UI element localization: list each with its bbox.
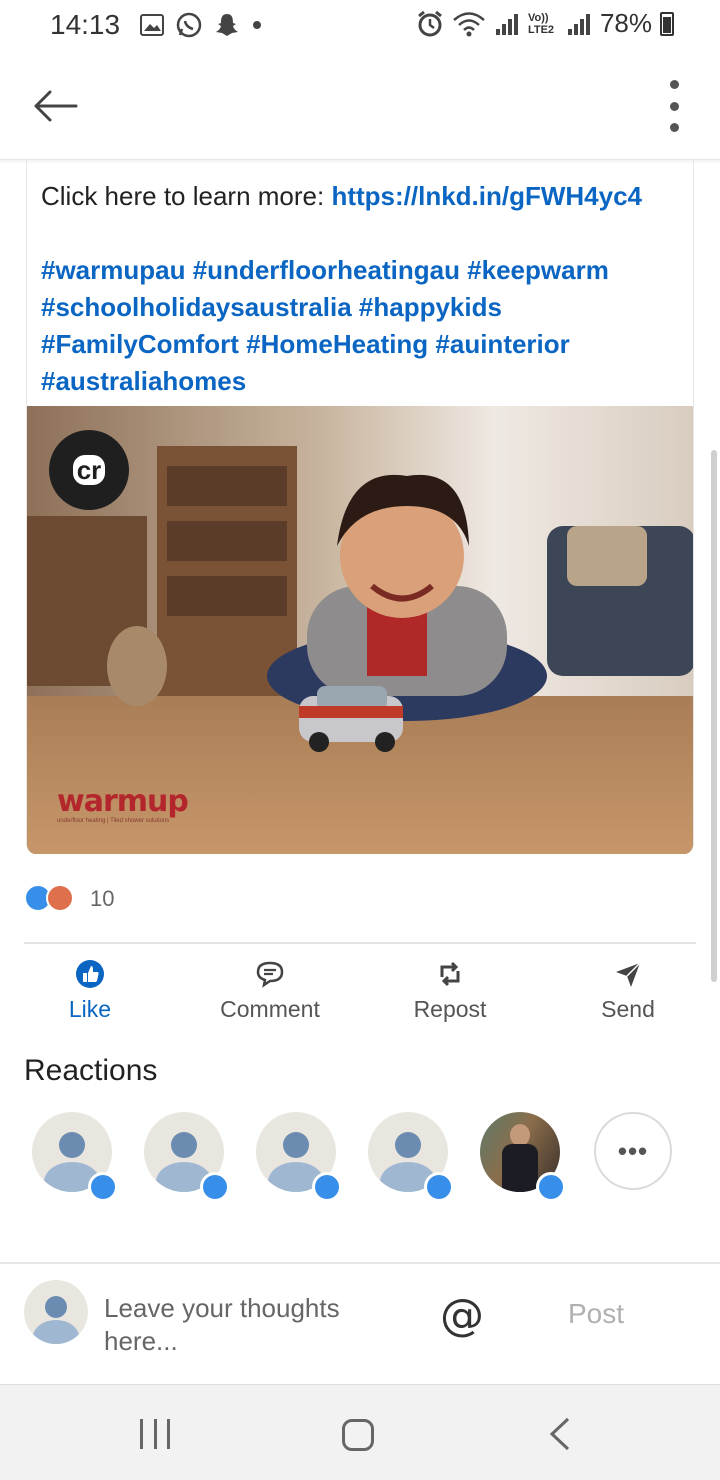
reactor-list: ••• <box>32 1112 692 1212</box>
scrollbar[interactable] <box>711 450 717 982</box>
more-reactors-button[interactable]: ••• <box>594 1112 672 1190</box>
reactor-avatar[interactable] <box>368 1112 458 1204</box>
warmup-logo: warmup <box>57 784 189 819</box>
send-button[interactable]: Send <box>548 952 708 1032</box>
repost-label: Repost <box>413 996 487 1022</box>
signal-icon <box>495 13 518 35</box>
hashtags: #warmupau #underfloorheatingau #keepwarm… <box>41 252 681 400</box>
reaction-summary[interactable]: 10 <box>24 884 114 914</box>
system-nav-bar <box>0 1384 720 1480</box>
status-right: Vo)) LTE2 78% <box>416 8 674 39</box>
post-card: Click here to learn more: https://lnkd.i… <box>26 160 694 854</box>
post-learn-more: Click here to learn more: https://lnkd.i… <box>41 178 681 215</box>
reaction-count: 10 <box>90 886 115 911</box>
recent-apps-button[interactable] <box>140 1419 170 1449</box>
thumbs-up-icon <box>76 960 104 988</box>
comment-icon <box>256 961 284 988</box>
back-button[interactable] <box>30 84 80 128</box>
carrier-label: Vo)) LTE2 <box>527 11 555 36</box>
reactions-title: Reactions <box>24 1054 158 1087</box>
hashtag-line[interactable]: #warmupau #underfloorheatingau #keepwarm <box>41 252 681 289</box>
like-badge-icon <box>312 1172 342 1202</box>
battery-icon <box>660 11 674 36</box>
reactor-avatar[interactable] <box>480 1112 570 1204</box>
hashtag-line[interactable]: #schoolholidaysaustralia #happykids <box>41 289 681 326</box>
reaction-icons <box>24 884 80 914</box>
app-bar <box>0 56 720 160</box>
comment-label: Comment <box>220 996 320 1022</box>
like-label: Like <box>68 996 112 1022</box>
battery-percent: 78% <box>599 8 652 38</box>
comment-placeholder-line2: here... <box>104 1326 178 1356</box>
comment-composer: Leave your thoughts here... @ Post <box>0 1262 720 1382</box>
gallery-icon <box>140 14 164 36</box>
send-icon <box>616 962 641 987</box>
comment-placeholder-line1: Leave your thoughts <box>104 1293 340 1323</box>
nav-back-button[interactable] <box>548 1417 572 1451</box>
like-badge-icon <box>536 1172 566 1202</box>
snapchat-icon <box>216 14 238 36</box>
comment-button[interactable]: Comment <box>190 952 350 1032</box>
status-bar: 14:13 Vo)) LTE2 78% <box>0 0 720 56</box>
hashtag-line[interactable]: #FamilyComfort #HomeHeating #auinterior <box>41 326 681 363</box>
divider <box>24 942 696 944</box>
post-image[interactable]: cr warmup underfloor heating | Tiled sho… <box>27 406 693 854</box>
more-options-button[interactable] <box>664 80 684 132</box>
like-badge-icon <box>200 1172 230 1202</box>
send-label: Send <box>601 996 655 1022</box>
comment-input[interactable]: Leave your thoughts here... <box>104 1292 404 1358</box>
love-reaction-icon <box>46 884 74 912</box>
like-badge-icon <box>88 1172 118 1202</box>
mention-button[interactable]: @ <box>440 1290 484 1341</box>
reactor-avatar[interactable] <box>144 1112 234 1204</box>
repost-icon <box>440 961 460 987</box>
post-comment-button[interactable]: Post <box>568 1298 624 1330</box>
learn-more-text: Click here to learn more: <box>41 181 332 211</box>
repost-button[interactable]: Repost <box>370 952 530 1032</box>
cr-badge: cr <box>49 430 129 510</box>
hashtag-line[interactable]: #australiahomes <box>41 363 681 400</box>
action-bar: Like Comment Repost Send <box>0 952 720 1032</box>
dot-icon <box>253 21 261 29</box>
dot <box>669 123 679 132</box>
dot <box>669 80 679 89</box>
arrow-left-icon <box>34 90 78 122</box>
signal-icon-2 <box>567 13 590 35</box>
warmup-tagline: underfloor heating | Tiled shower soluti… <box>57 818 170 824</box>
post-link[interactable]: https://lnkd.in/gFWH4yc4 <box>331 181 642 211</box>
status-time: 14:13 <box>50 9 121 40</box>
wifi-icon <box>453 11 485 36</box>
notification-icons <box>140 12 262 38</box>
dot <box>669 101 679 111</box>
like-button[interactable]: Like <box>10 952 170 1032</box>
my-avatar <box>24 1280 88 1344</box>
whatsapp-icon <box>176 12 202 38</box>
like-badge-icon <box>424 1172 454 1202</box>
reactor-avatar[interactable] <box>32 1112 122 1204</box>
home-button[interactable] <box>342 1419 374 1451</box>
alarm-icon <box>418 10 442 36</box>
reactor-avatar[interactable] <box>256 1112 346 1204</box>
